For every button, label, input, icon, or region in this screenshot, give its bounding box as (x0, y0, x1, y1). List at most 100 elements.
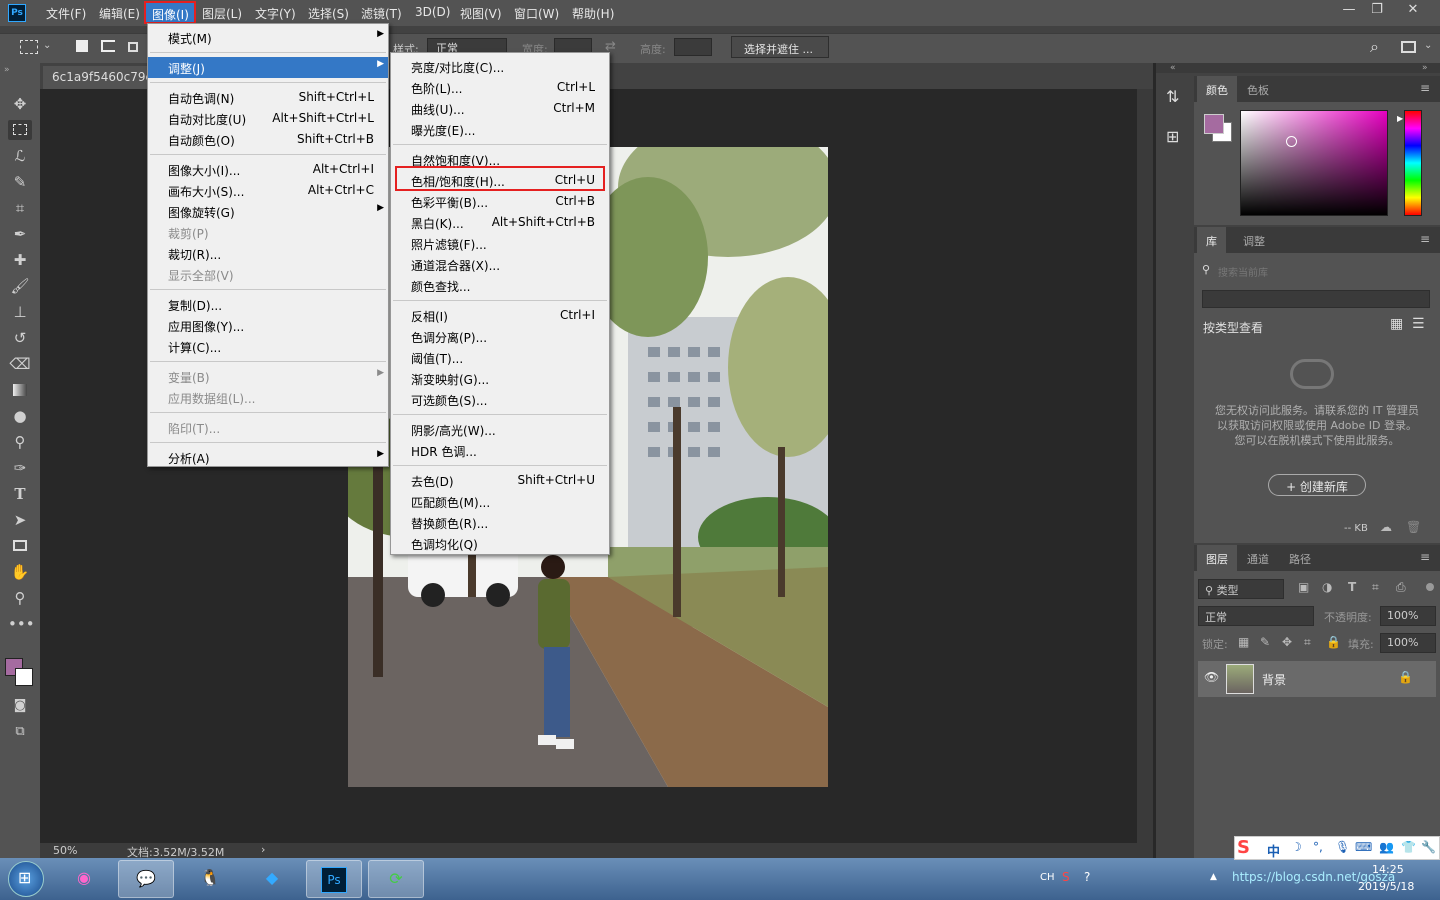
select-and-mask-button[interactable]: 选择并遮住 ... (731, 36, 829, 58)
image-menu-item[interactable]: 分析(A) ▶ (148, 447, 388, 468)
keyboard-icon[interactable]: ⌨ (1355, 840, 1372, 854)
taskbar-app-browser[interactable]: ◉ (56, 860, 112, 898)
pen-tool-icon[interactable]: ✑ (8, 458, 32, 478)
language-indicator[interactable]: CH (1040, 872, 1055, 883)
start-button[interactable]: ⊞ (8, 861, 44, 897)
path-select-tool-icon[interactable]: ➤ (8, 510, 32, 530)
clock-time[interactable]: 14:25 (1372, 863, 1404, 876)
crop-tool-icon[interactable]: ⌗ (8, 198, 32, 218)
tab-color[interactable]: 颜色 (1197, 76, 1237, 102)
image-menu-item[interactable]: 图像大小(I)... Alt+Ctrl+I (148, 159, 388, 180)
subtract-selection-icon[interactable] (128, 42, 138, 52)
zoom-tool-icon[interactable]: ⚲ (8, 588, 32, 608)
adjust-menu-item[interactable]: 黑白(K)... Alt+Shift+Ctrl+B (391, 212, 609, 233)
zoom-level[interactable]: 50% (53, 844, 77, 857)
adjust-menu-item[interactable]: 匹配颜色(M)... (391, 491, 609, 512)
history-brush-tool-icon[interactable]: ↺ (8, 328, 32, 348)
adjust-menu-item[interactable]: 照片滤镜(F)... (391, 233, 609, 254)
tab-adjustments[interactable]: 调整 (1234, 227, 1274, 253)
pixel-filter-icon[interactable]: ▣ (1298, 580, 1309, 594)
adjust-menu-item[interactable]: 反相(I) Ctrl+I (391, 305, 609, 326)
punctuation-icon[interactable]: °, (1313, 840, 1323, 854)
ime-chinese-mode[interactable]: 中 (1267, 841, 1280, 860)
healing-brush-tool-icon[interactable]: ✚ (8, 250, 32, 270)
add-selection-icon[interactable] (101, 40, 115, 52)
image-menu-item[interactable]: 复制(D)... (148, 294, 388, 315)
image-menu-item[interactable]: 裁切(R)... (148, 243, 388, 264)
menu-window[interactable]: 窗口(W) (514, 5, 559, 22)
type-filter-icon[interactable]: T (1348, 580, 1356, 594)
chevron-down-icon[interactable]: ⌄ (43, 40, 51, 51)
color-picker-field[interactable] (1240, 110, 1388, 216)
history-panel-icon[interactable]: ⇅ (1166, 87, 1179, 106)
library-select[interactable] (1202, 290, 1430, 308)
workspace-icon[interactable] (1401, 41, 1416, 53)
clock-date[interactable]: 2019/5/18 (1358, 880, 1414, 893)
opacity-input[interactable]: 100% (1380, 606, 1436, 626)
collapse-icon[interactable]: » (1422, 63, 1428, 73)
smart-object-filter-icon[interactable]: ⎙ (1396, 580, 1406, 595)
new-selection-icon[interactable] (76, 40, 88, 52)
quick-mask-icon[interactable]: ◙ (8, 696, 32, 716)
image-menu-item[interactable]: 调整(J) ▶ (148, 57, 388, 78)
adjust-menu-item[interactable]: 可选颜色(S)... (391, 389, 609, 410)
adjust-menu-item[interactable]: 替换颜色(R)... (391, 512, 609, 533)
collapse-icon[interactable]: « (1170, 63, 1176, 73)
rectangle-tool-icon[interactable] (8, 536, 32, 556)
image-menu-item[interactable]: 自动色调(N) Shift+Ctrl+L (148, 87, 388, 108)
hue-slider-handle-icon[interactable]: ▶ (1397, 114, 1403, 123)
panel-menu-icon[interactable]: ≡ (1420, 81, 1430, 95)
layer-row[interactable]: 👁 背景 🔒 (1198, 661, 1436, 697)
user-icon[interactable]: 👥 (1379, 840, 1394, 854)
adjust-menu-item[interactable]: 阈值(T)... (391, 347, 609, 368)
blend-mode-select[interactable]: 正常 (1198, 606, 1314, 626)
image-menu-item[interactable]: 画布大小(S)... Alt+Ctrl+C (148, 180, 388, 201)
adjust-menu-item[interactable]: 颜色查找... (391, 275, 609, 296)
layer-name[interactable]: 背景 (1262, 671, 1286, 688)
eraser-tool-icon[interactable]: ⌫ (8, 354, 32, 374)
search-icon[interactable]: ⌕ (1370, 37, 1379, 57)
menu-help[interactable]: 帮助(H) (572, 5, 614, 22)
height-input[interactable] (674, 38, 712, 56)
adjust-menu-item[interactable]: 渐变映射(G)... (391, 368, 609, 389)
chevron-down-icon[interactable]: ⌄ (1424, 40, 1432, 51)
dodge-tool-icon[interactable]: ⚲ (8, 432, 32, 452)
more-tools-icon[interactable]: ••• (8, 614, 35, 634)
color-picker-cursor[interactable] (1286, 136, 1297, 147)
screen-mode-icon[interactable]: ⧉ (8, 722, 32, 742)
document-tab[interactable]: 6c1a9f5460c79c (43, 66, 148, 89)
move-tool-icon[interactable]: ✥ (8, 94, 32, 114)
marquee-tool-icon[interactable] (20, 40, 38, 54)
adjust-menu-item[interactable]: 阴影/高光(W)... (391, 419, 609, 440)
adjust-menu-item[interactable]: 色调均化(Q) (391, 533, 609, 554)
menu-select[interactable]: 选择(S) (308, 5, 349, 22)
list-view-icon[interactable]: ☰ (1412, 316, 1425, 332)
eye-icon[interactable]: 👁 (1204, 670, 1219, 684)
brush-tool-icon[interactable]: 🖌 (8, 276, 32, 296)
filter-toggle-icon[interactable] (1426, 583, 1434, 591)
image-menu-item[interactable]: 自动对比度(U) Alt+Shift+Ctrl+L (148, 108, 388, 129)
fill-input[interactable]: 100% (1380, 633, 1436, 653)
taskbar-app-wechat[interactable]: 💬 (118, 860, 174, 898)
blur-tool-icon[interactable]: ● (8, 406, 32, 426)
moon-icon[interactable]: ☽ (1291, 840, 1302, 854)
tray-expand-icon[interactable]: ▲ (1210, 872, 1217, 882)
tab-swatches[interactable]: 色板 (1238, 76, 1278, 102)
minimize-button[interactable]: — (1336, 2, 1362, 20)
wrench-icon[interactable]: 🔧 (1421, 840, 1436, 854)
layer-filter-select[interactable]: ⚲ 类型 (1198, 579, 1284, 599)
quick-select-tool-icon[interactable]: ✎ (8, 172, 32, 192)
skin-icon[interactable]: 👕 (1401, 840, 1416, 854)
menu-image[interactable]: 图像(I) (144, 1, 196, 24)
tab-paths[interactable]: 路径 (1280, 545, 1320, 571)
help-tray-icon[interactable]: ? (1084, 870, 1090, 884)
adjust-menu-item[interactable]: 色彩平衡(B)... Ctrl+B (391, 191, 609, 212)
hand-tool-icon[interactable]: ✋ (8, 562, 32, 582)
properties-panel-icon[interactable]: ⊞ (1166, 127, 1179, 146)
menu-filter[interactable]: 滤镜(T) (361, 5, 402, 22)
background-color-swatch[interactable] (15, 668, 33, 686)
collapse-icon[interactable]: » (4, 65, 10, 75)
adjust-menu-item[interactable]: 去色(D) Shift+Ctrl+U (391, 470, 609, 491)
status-arrow-icon[interactable]: › (261, 843, 265, 856)
stamp-tool-icon[interactable]: ⊥ (8, 302, 32, 322)
